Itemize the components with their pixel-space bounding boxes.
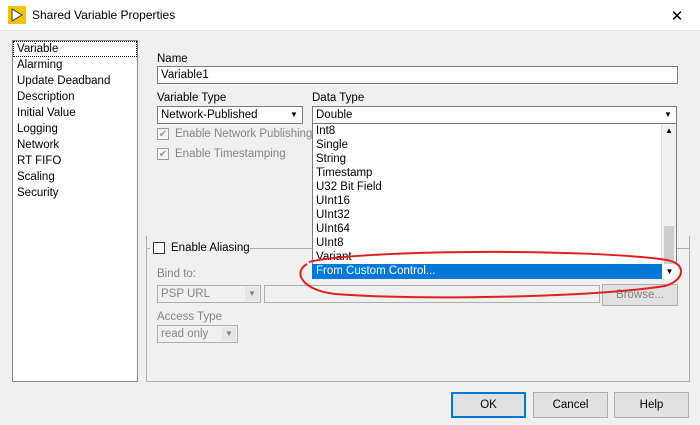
- access-type-select[interactable]: read only ▼: [157, 325, 238, 343]
- chevron-down-icon: ▼: [290, 110, 298, 119]
- bind-to-select[interactable]: PSP URL ▼: [157, 285, 261, 303]
- window-title: Shared Variable Properties: [32, 8, 176, 22]
- enable-aliasing-label: Enable Aliasing: [171, 242, 250, 254]
- enable-network-publishing-checkbox[interactable]: ✔ Enable Network Publishing: [157, 128, 312, 140]
- list-item-variant[interactable]: Variant: [313, 250, 676, 264]
- sidebar-item-scaling[interactable]: Scaling: [13, 169, 137, 185]
- ok-button[interactable]: OK: [451, 392, 526, 418]
- help-button[interactable]: Help: [614, 392, 689, 418]
- list-item-uint8[interactable]: UInt8: [313, 236, 676, 250]
- labview-logo-icon: [8, 6, 26, 24]
- variable-type-label: Variable Type: [157, 92, 227, 104]
- sidebar-item-description[interactable]: Description: [13, 89, 137, 105]
- list-item-string[interactable]: String: [313, 152, 676, 166]
- highlighted-option-label: From Custom Control...: [316, 265, 436, 277]
- sidebar-item-logging[interactable]: Logging: [13, 121, 137, 137]
- bind-to-value: PSP URL: [161, 288, 211, 300]
- data-type-value: Double: [316, 109, 353, 121]
- sidebar-item-rt-fifo[interactable]: RT FIFO: [13, 153, 137, 169]
- cancel-button[interactable]: Cancel: [533, 392, 608, 418]
- data-type-label: Data Type: [312, 92, 365, 104]
- checkmark-icon: ✔: [157, 128, 169, 140]
- list-item-single[interactable]: Single: [313, 138, 676, 152]
- close-button[interactable]: ✕: [654, 0, 700, 31]
- checkmark-icon: ✔: [157, 148, 169, 160]
- close-icon: ✕: [670, 7, 684, 25]
- access-type-value: read only: [161, 328, 209, 340]
- sidebar-item-network[interactable]: Network: [13, 137, 137, 153]
- list-item-timestamp[interactable]: Timestamp: [313, 166, 676, 180]
- bind-path-input[interactable]: [264, 285, 600, 303]
- sidebar-item-initial-value[interactable]: Initial Value: [13, 105, 137, 121]
- list-scrollbar[interactable]: ▲: [661, 124, 676, 277]
- list-item-u32-bit-field[interactable]: U32 Bit Field: [313, 180, 676, 194]
- scroll-up-icon[interactable]: ▲: [665, 126, 673, 135]
- chevron-down-icon: ▼: [245, 287, 259, 301]
- enable-aliasing-checkbox[interactable]: Enable Aliasing: [153, 242, 250, 254]
- name-label: Name: [157, 53, 188, 65]
- list-item-uint64[interactable]: UInt64: [313, 222, 676, 236]
- chevron-down-icon: ▼: [222, 327, 236, 341]
- access-type-label: Access Type: [157, 311, 222, 323]
- bind-to-label: Bind to:: [157, 268, 196, 280]
- enable-network-publishing-label: Enable Network Publishing: [175, 128, 313, 140]
- sidebar-item-alarming[interactable]: Alarming: [13, 57, 137, 73]
- chevron-down-icon: ▼: [664, 110, 672, 119]
- list-item-int8[interactable]: Int8: [313, 124, 676, 138]
- sidebar-item-variable[interactable]: Variable: [13, 41, 137, 57]
- category-list: Variable Alarming Update Deadband Descri…: [12, 40, 138, 382]
- variable-type-select[interactable]: Network-Published ▼: [157, 106, 303, 124]
- browse-button[interactable]: Browse...: [602, 284, 678, 306]
- variable-type-value: Network-Published: [161, 109, 258, 121]
- sidebar-item-update-deadband[interactable]: Update Deadband: [13, 73, 137, 89]
- enable-timestamping-checkbox[interactable]: ✔ Enable Timestamping: [157, 148, 286, 160]
- chevron-down-icon: ▼: [662, 264, 677, 279]
- title-bar: Shared Variable Properties ✕: [0, 0, 700, 31]
- list-item-uint16[interactable]: UInt16: [313, 194, 676, 208]
- data-type-dropdown-list: Int8 Single String Timestamp U32 Bit Fie…: [312, 124, 677, 278]
- name-input[interactable]: Variable1: [157, 66, 678, 84]
- data-type-select[interactable]: Double ▼: [312, 106, 677, 124]
- list-item-uint32[interactable]: UInt32: [313, 208, 676, 222]
- list-item-from-custom-control[interactable]: From Custom Control... ▼: [312, 264, 677, 279]
- sidebar-item-security[interactable]: Security: [13, 185, 137, 201]
- enable-timestamping-label: Enable Timestamping: [175, 148, 286, 160]
